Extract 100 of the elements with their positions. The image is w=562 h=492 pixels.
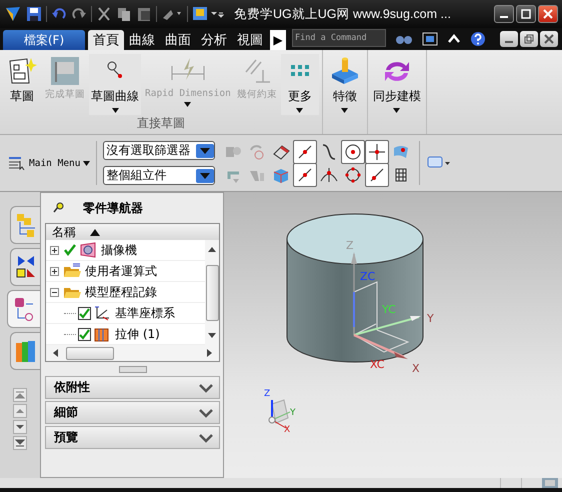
maximize-button[interactable] (516, 5, 536, 23)
tree-row[interactable]: 基準座標系 (46, 303, 205, 324)
caret-icon[interactable] (112, 108, 118, 113)
block-icon (330, 56, 360, 86)
axis-label: X (284, 425, 290, 435)
restore-icon (524, 34, 534, 44)
axis-label: ZC (360, 270, 376, 283)
pin-icon[interactable] (51, 201, 65, 215)
part-navigator-tab[interactable] (7, 290, 40, 328)
ribbon-button[interactable]: 特徵 (326, 54, 364, 132)
check-icon[interactable] (63, 243, 77, 257)
app-logo-icon[interactable] (4, 5, 22, 23)
ribbon-button[interactable]: 同步建模 (370, 54, 423, 132)
axis-label: Z (264, 389, 270, 399)
minimize-icon (500, 16, 508, 18)
filter-dropdown[interactable]: 整個組立件 (103, 166, 216, 185)
collapsible-panel[interactable]: 依附性 (45, 376, 220, 399)
scroll-top-icon (15, 390, 25, 400)
menu-icon (8, 156, 26, 170)
close-icon (543, 9, 553, 19)
scroll-bottom-button[interactable] (13, 436, 27, 450)
ribbon-tab[interactable]: 首頁 (88, 30, 124, 50)
minimize-icon (505, 41, 513, 43)
paste-icon[interactable] (136, 6, 152, 22)
caret-icon[interactable] (341, 108, 348, 113)
circle-points-icon[interactable] (343, 164, 364, 184)
constraint-navigator-tab[interactable] (10, 248, 40, 286)
scrollbar-thumb[interactable] (66, 346, 114, 360)
collapsible-panel[interactable]: 細節 (45, 401, 220, 424)
scroll-up-button[interactable] (13, 404, 27, 418)
maximize-icon (521, 9, 531, 19)
tree-row[interactable]: 攝像機 (46, 240, 205, 261)
constraint-icon (14, 254, 36, 280)
library-tab[interactable] (10, 332, 40, 370)
checkbox[interactable] (78, 328, 91, 340)
checkbox[interactable] (78, 306, 91, 320)
file-tab[interactable]: 檔案(F) (3, 30, 85, 50)
ribbon-tab[interactable]: 曲線 (124, 30, 160, 50)
minimize-button[interactable] (500, 31, 518, 47)
more-button[interactable]: 更多 (280, 54, 319, 115)
axis-label: Y (427, 312, 434, 325)
chevron-icon[interactable] (199, 408, 213, 418)
scroll-bottom-icon (15, 438, 25, 448)
assembly-navigator-tab[interactable] (10, 206, 40, 244)
main-menu-button[interactable]: Main Menu (8, 156, 90, 170)
window-icon[interactable] (422, 32, 438, 46)
filter-dropdown[interactable]: 沒有選取篩選器 (103, 141, 216, 160)
scroll-down-icon (15, 422, 25, 432)
axis-label: XC (370, 358, 384, 371)
crosshair-icon[interactable] (365, 140, 390, 164)
axis-label: X (412, 362, 420, 375)
save-icon[interactable] (26, 6, 42, 22)
copy-icon[interactable] (116, 6, 132, 22)
collapsible-panel[interactable]: 預覽 (45, 426, 220, 449)
expand-toggle[interactable] (50, 266, 59, 276)
more-tabs-button[interactable]: ▶ (270, 30, 286, 50)
circle-center-icon[interactable] (341, 140, 366, 164)
ribbon-button[interactable]: 草圖 (3, 54, 41, 115)
window-title: 免费学UG就上UG网 www.9sug.com ... (234, 6, 451, 22)
ribbon-tab[interactable]: 分析 (196, 30, 232, 50)
column-header[interactable]: 名稱 (46, 224, 219, 240)
books-icon (14, 338, 38, 364)
chevron-icon[interactable] (199, 432, 213, 442)
navigator-title: 零件導航器 (83, 200, 143, 216)
axes-icon (93, 305, 111, 321)
splitter-handle[interactable] (118, 366, 146, 372)
restore-button[interactable] (520, 31, 538, 47)
scroll-top-button[interactable] (13, 388, 27, 402)
close-icon (544, 34, 554, 44)
scroll-right-icon[interactable] (207, 349, 213, 357)
close-button[interactable] (540, 31, 558, 47)
tree-row[interactable]: 模型歷程記錄 (46, 282, 205, 303)
expand-toggle[interactable] (50, 288, 59, 296)
chevron-icon[interactable] (199, 382, 213, 392)
command-search-field[interactable]: Find a Command (292, 29, 386, 47)
close-button[interactable] (538, 5, 558, 23)
ribbon-tab[interactable]: 曲面 (160, 30, 196, 50)
folder-icon (63, 263, 81, 279)
help-icon[interactable] (470, 31, 486, 47)
minimize-button[interactable] (494, 5, 514, 23)
scroll-down-button[interactable] (13, 420, 27, 434)
sort-ascending-icon (90, 228, 100, 236)
axis-label: YC (382, 303, 396, 316)
scissors-icon[interactable] (96, 6, 112, 22)
axis-label: Y (290, 408, 296, 418)
scroll-left-icon[interactable] (52, 349, 58, 357)
window-icon[interactable] (192, 6, 224, 22)
part-tree-icon (13, 296, 35, 322)
scroll-up-icon[interactable] (208, 246, 216, 252)
scroll-down-icon[interactable] (208, 333, 216, 339)
caret-icon[interactable] (296, 108, 304, 113)
tree-row[interactable]: 使用者運算式 (46, 261, 205, 282)
axis-label: Z (346, 239, 354, 252)
scrollbar-thumb[interactable] (206, 264, 218, 320)
caret-icon[interactable] (393, 108, 400, 113)
ribbon-button[interactable]: 草圖曲線 (89, 54, 141, 115)
expand-toggle[interactable] (50, 246, 59, 254)
scroll-up-icon (15, 406, 25, 416)
ribbon-tab[interactable]: 視圖 (232, 30, 268, 50)
sketch-icon (7, 56, 37, 86)
